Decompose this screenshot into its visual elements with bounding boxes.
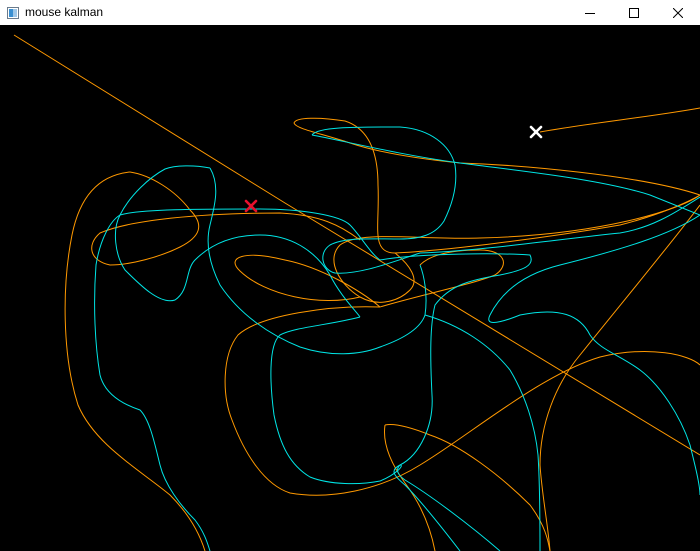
predicted-track <box>333 194 700 303</box>
title-bar[interactable]: mouse kalman <box>0 0 700 25</box>
minimize-button[interactable] <box>568 0 612 25</box>
opencv-window-icon <box>7 6 19 19</box>
predicted-track <box>384 424 551 551</box>
minimize-icon <box>585 8 595 18</box>
close-icon <box>673 7 683 18</box>
predicted-track <box>383 424 436 551</box>
predicted-track <box>234 254 381 308</box>
predicted-track <box>293 117 700 254</box>
measured-track <box>424 314 541 551</box>
predicted-track <box>539 204 700 551</box>
measured-track <box>488 214 700 496</box>
predicted-track <box>224 306 700 496</box>
app-window: mouse kalman <box>0 0 700 551</box>
tracks-layer <box>13 34 700 551</box>
predicted-track <box>539 107 700 133</box>
maximize-icon <box>629 7 639 18</box>
predicted-track <box>13 34 700 456</box>
measured-track <box>270 316 402 485</box>
measured-track <box>119 208 381 261</box>
kalman-canvas[interactable] <box>0 25 700 551</box>
maximize-button[interactable] <box>612 0 656 25</box>
measured-position-marker <box>529 125 543 139</box>
window-controls <box>568 0 700 25</box>
predicted-track <box>64 171 206 551</box>
measured-track <box>311 134 700 216</box>
measured-track <box>379 253 532 551</box>
close-button[interactable] <box>656 0 700 25</box>
measured-track <box>397 464 501 551</box>
measured-track <box>114 165 361 318</box>
predicted-track <box>91 171 361 266</box>
window-title: mouse kalman <box>25 5 104 19</box>
x-mark-icon <box>529 125 543 139</box>
